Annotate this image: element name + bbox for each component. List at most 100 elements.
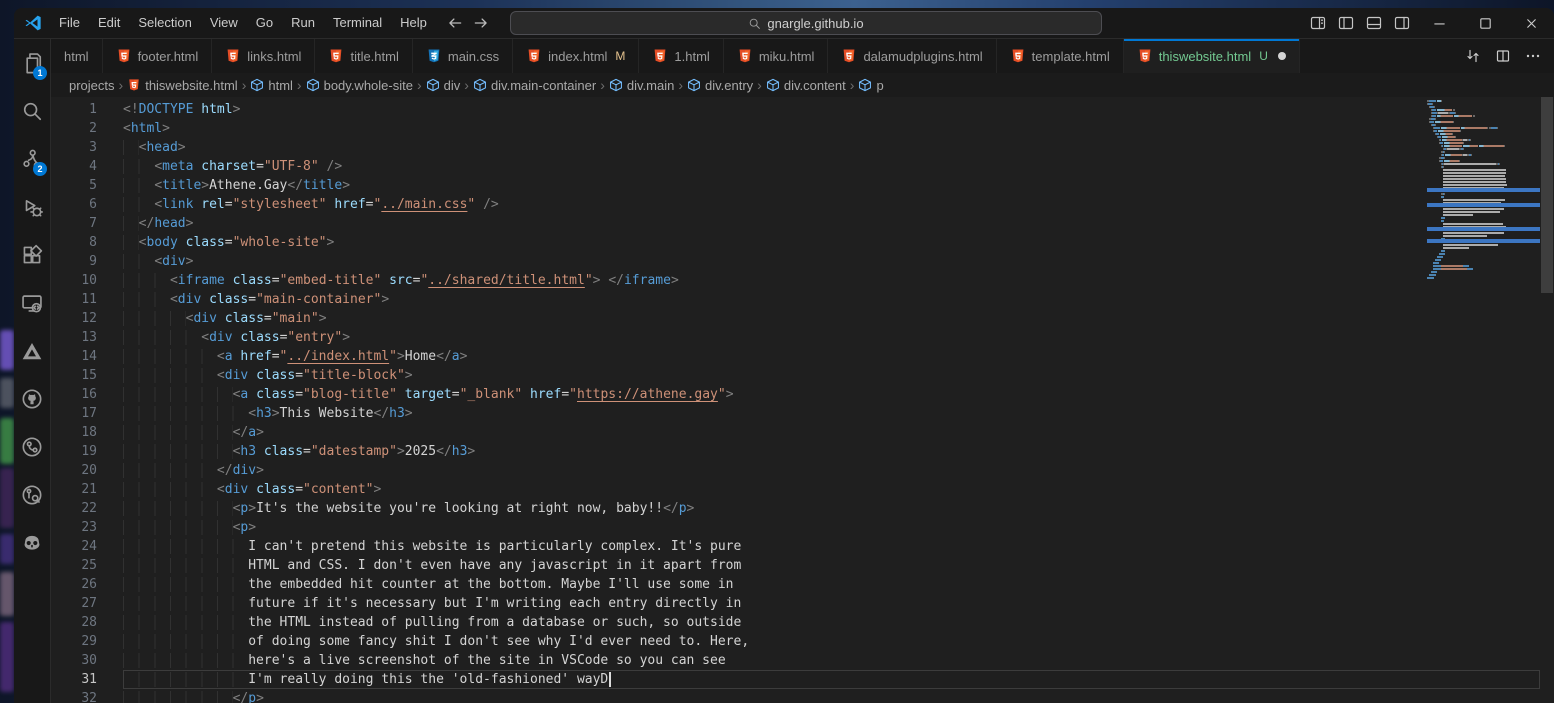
breadcrumb-label: thiswebsite.html bbox=[145, 78, 237, 93]
code-line-27[interactable]: 27 future if it's necessary but I'm writ… bbox=[51, 594, 1540, 613]
breadcrumb-item-div.content[interactable]: div.content bbox=[766, 78, 846, 93]
code-line-28[interactable]: 28 the HTML instead of pulling from a da… bbox=[51, 613, 1540, 632]
tab-template.html[interactable]: template.html bbox=[997, 39, 1124, 73]
menu-run[interactable]: Run bbox=[282, 8, 324, 38]
activity-explorer[interactable]: 1 bbox=[14, 39, 50, 87]
tab-main.css[interactable]: main.css bbox=[413, 39, 513, 73]
window-minimize-button[interactable] bbox=[1416, 8, 1462, 38]
activity-git-graph[interactable] bbox=[14, 423, 50, 471]
minimap[interactable] bbox=[1427, 97, 1540, 703]
activity-godot[interactable] bbox=[14, 519, 50, 567]
code-text: HTML and CSS. I don't even have any java… bbox=[123, 556, 1540, 575]
code-line-30[interactable]: 30 here's a live screenshot of the site … bbox=[51, 651, 1540, 670]
split-editor-button[interactable] bbox=[1490, 43, 1516, 69]
tab-miku.html[interactable]: miku.html bbox=[724, 39, 829, 73]
tab-label: miku.html bbox=[759, 49, 815, 64]
tab-links.html[interactable]: links.html bbox=[212, 39, 315, 73]
breadcrumb-item-div.entry[interactable]: div.entry bbox=[687, 78, 753, 93]
code-line-26[interactable]: 26 the embedded hit counter at the botto… bbox=[51, 575, 1540, 594]
breadcrumb-item-p[interactable]: p bbox=[858, 78, 883, 93]
desktop-thumbnail bbox=[0, 534, 14, 564]
menu-help[interactable]: Help bbox=[391, 8, 436, 38]
code-editor[interactable]: 1<!DOCTYPE html>2<html>3 <head>4 <meta c… bbox=[51, 97, 1554, 703]
tab-bar: htmlfooter.htmllinks.htmltitle.html main.… bbox=[51, 39, 1554, 73]
activity-extension-a[interactable] bbox=[14, 327, 50, 375]
activity-search[interactable] bbox=[14, 87, 50, 135]
activity-remote-explorer[interactable] bbox=[14, 279, 50, 327]
activity-run-debug[interactable] bbox=[14, 183, 50, 231]
code-text: I can't pretend this website is particul… bbox=[123, 537, 1540, 556]
code-line-5[interactable]: 5 <title>Athene.Gay</title> bbox=[51, 176, 1540, 195]
code-line-22[interactable]: 22 <p>It's the website you're looking at… bbox=[51, 499, 1540, 518]
back-button[interactable] bbox=[446, 14, 464, 32]
code-line-24[interactable]: 24 I can't pretend this website is parti… bbox=[51, 537, 1540, 556]
code-line-11[interactable]: 11 <div class="main-container"> bbox=[51, 290, 1540, 309]
menu-edit[interactable]: Edit bbox=[89, 8, 129, 38]
toggle-panel-button[interactable] bbox=[1360, 8, 1388, 38]
html-file-icon bbox=[127, 78, 141, 92]
tab-title.html[interactable]: title.html bbox=[315, 39, 412, 73]
code-line-15[interactable]: 15 <div class="title-block"> bbox=[51, 366, 1540, 385]
code-line-3[interactable]: 3 <head> bbox=[51, 138, 1540, 157]
open-changes-button[interactable] bbox=[1460, 43, 1486, 69]
breadcrumb-item-thiswebsite.html[interactable]: thiswebsite.html bbox=[127, 78, 237, 93]
code-line-18[interactable]: 18 </a> bbox=[51, 423, 1540, 442]
code-line-16[interactable]: 16 <a class="blog-title" target="_blank"… bbox=[51, 385, 1540, 404]
customize-layout-button[interactable] bbox=[1304, 8, 1332, 38]
code-line-20[interactable]: 20 </div> bbox=[51, 461, 1540, 480]
menu-file[interactable]: File bbox=[50, 8, 89, 38]
more-actions-button[interactable] bbox=[1520, 43, 1546, 69]
breadcrumb-item-projects[interactable]: projects bbox=[69, 78, 115, 93]
code-line-19[interactable]: 19 <h3 class="datestamp">2025</h3> bbox=[51, 442, 1540, 461]
breadcrumb-item-div.main-container[interactable]: div.main-container bbox=[473, 78, 596, 93]
window-maximize-button[interactable] bbox=[1462, 8, 1508, 38]
remote-explorer-icon bbox=[21, 292, 43, 314]
activity-extensions[interactable] bbox=[14, 231, 50, 279]
toggle-secondary-sidebar-button[interactable] bbox=[1388, 8, 1416, 38]
code-line-7[interactable]: 7 </head> bbox=[51, 214, 1540, 233]
tab-label: main.css bbox=[448, 49, 499, 64]
code-line-21[interactable]: 21 <div class="content"> bbox=[51, 480, 1540, 499]
code-line-25[interactable]: 25 HTML and CSS. I don't even have any j… bbox=[51, 556, 1540, 575]
breadcrumb-item-div.main[interactable]: div.main bbox=[609, 78, 674, 93]
menu-go[interactable]: Go bbox=[247, 8, 282, 38]
breadcrumb-item-html[interactable]: html bbox=[250, 78, 293, 93]
code-line-10[interactable]: 10 <iframe class="embed-title" src="../s… bbox=[51, 271, 1540, 290]
vertical-scrollbar[interactable] bbox=[1540, 97, 1554, 703]
forward-button[interactable] bbox=[472, 14, 490, 32]
tab-index.html[interactable]: index.htmlM bbox=[513, 39, 639, 73]
tab-thiswebsite.html[interactable]: thiswebsite.htmlU bbox=[1124, 39, 1300, 73]
window-close-button[interactable] bbox=[1508, 8, 1554, 38]
tab-html[interactable]: html bbox=[51, 39, 103, 73]
menu-terminal[interactable]: Terminal bbox=[324, 8, 391, 38]
code-line-13[interactable]: 13 <div class="entry"> bbox=[51, 328, 1540, 347]
tab-1.html[interactable]: 1.html bbox=[639, 39, 723, 73]
menu-view[interactable]: View bbox=[201, 8, 247, 38]
activity-github[interactable] bbox=[14, 375, 50, 423]
breadcrumb-item-div[interactable]: div bbox=[426, 78, 461, 93]
activity-source-control[interactable]: 2 bbox=[14, 135, 50, 183]
code-area[interactable]: 1<!DOCTYPE html>2<html>3 <head>4 <meta c… bbox=[51, 97, 1540, 703]
code-line-12[interactable]: 12 <div class="main"> bbox=[51, 309, 1540, 328]
code-line-2[interactable]: 2<html> bbox=[51, 119, 1540, 138]
tab-dalamudplugins.html[interactable]: dalamudplugins.html bbox=[828, 39, 996, 73]
toggle-primary-sidebar-button[interactable] bbox=[1332, 8, 1360, 38]
code-line-4[interactable]: 4 <meta charset="UTF-8" /> bbox=[51, 157, 1540, 176]
code-line-29[interactable]: 29 of doing some fancy shit I don't see … bbox=[51, 632, 1540, 651]
code-line-14[interactable]: 14 <a href="../index.html">Home</a> bbox=[51, 347, 1540, 366]
code-line-9[interactable]: 9 <div> bbox=[51, 252, 1540, 271]
code-line-6[interactable]: 6 <link rel="stylesheet" href="../main.c… bbox=[51, 195, 1540, 214]
menu-selection[interactable]: Selection bbox=[129, 8, 200, 38]
command-center-search[interactable]: gnargle.github.io bbox=[510, 11, 1102, 35]
tab-footer.html[interactable]: footer.html bbox=[103, 39, 213, 73]
code-line-23[interactable]: 23 <p> bbox=[51, 518, 1540, 537]
code-line-17[interactable]: 17 <h3>This Website</h3> bbox=[51, 404, 1540, 423]
code-line-8[interactable]: 8 <body class="whole-site"> bbox=[51, 233, 1540, 252]
code-line-1[interactable]: 1<!DOCTYPE html> bbox=[51, 100, 1540, 119]
code-line-32[interactable]: 32 </p> bbox=[51, 689, 1540, 703]
code-line-31[interactable]: 31 I'm really doing this the 'old-fashio… bbox=[51, 670, 1540, 689]
tab-label: template.html bbox=[1032, 49, 1110, 64]
activity-git-history[interactable] bbox=[14, 471, 50, 519]
scrollbar-thumb[interactable] bbox=[1541, 97, 1553, 293]
breadcrumb-item-body.whole-site[interactable]: body.whole-site bbox=[306, 78, 413, 93]
